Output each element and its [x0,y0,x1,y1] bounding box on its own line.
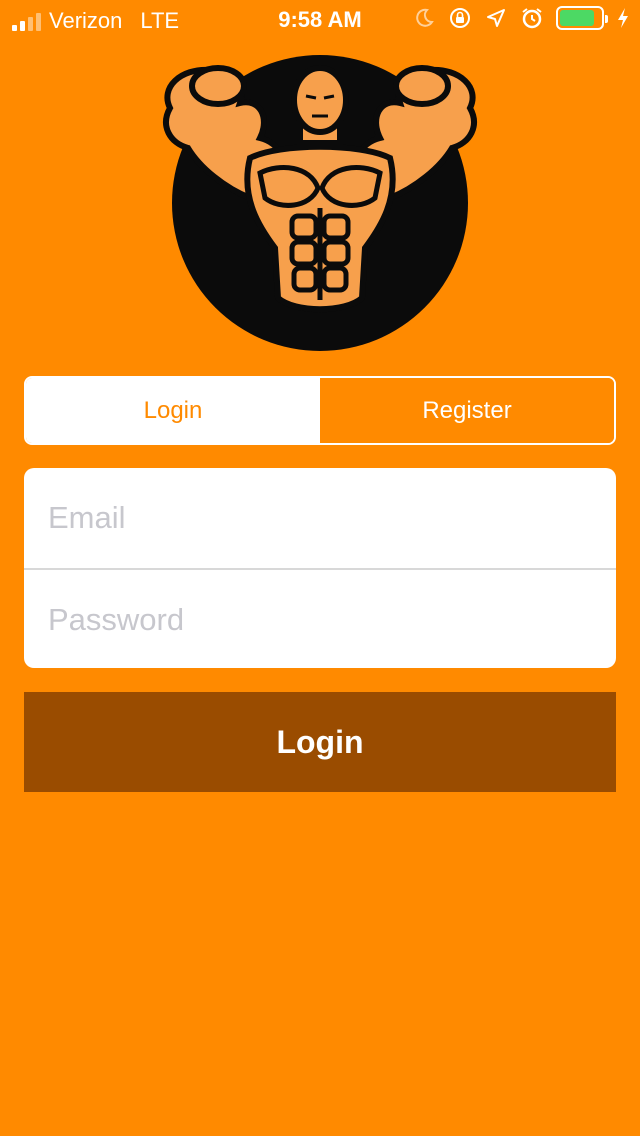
login-screen: Verizon LTE 9:58 AM Login Register Email… [0,0,640,1136]
charging-bolt-icon [618,8,628,28]
auth-mode-segmented-control: Login Register [24,376,616,445]
rotation-lock-icon [450,8,470,28]
bodybuilder-logo [140,48,500,358]
email-field[interactable] [48,500,616,536]
tab-register[interactable]: Register [320,378,614,443]
battery-icon [556,6,608,30]
tab-login[interactable]: Login [26,378,320,443]
password-field-row [24,570,616,668]
password-field[interactable] [48,602,616,638]
login-button[interactable]: Login [24,692,616,792]
login-form [24,468,616,668]
battery-level-fill [560,10,594,26]
moon-icon [416,8,434,27]
email-field-row [24,468,616,568]
status-right [412,6,630,30]
location-arrow-icon [487,9,505,27]
status-bar: Verizon LTE 9:58 AM [0,0,640,40]
alarm-icon [522,8,542,29]
